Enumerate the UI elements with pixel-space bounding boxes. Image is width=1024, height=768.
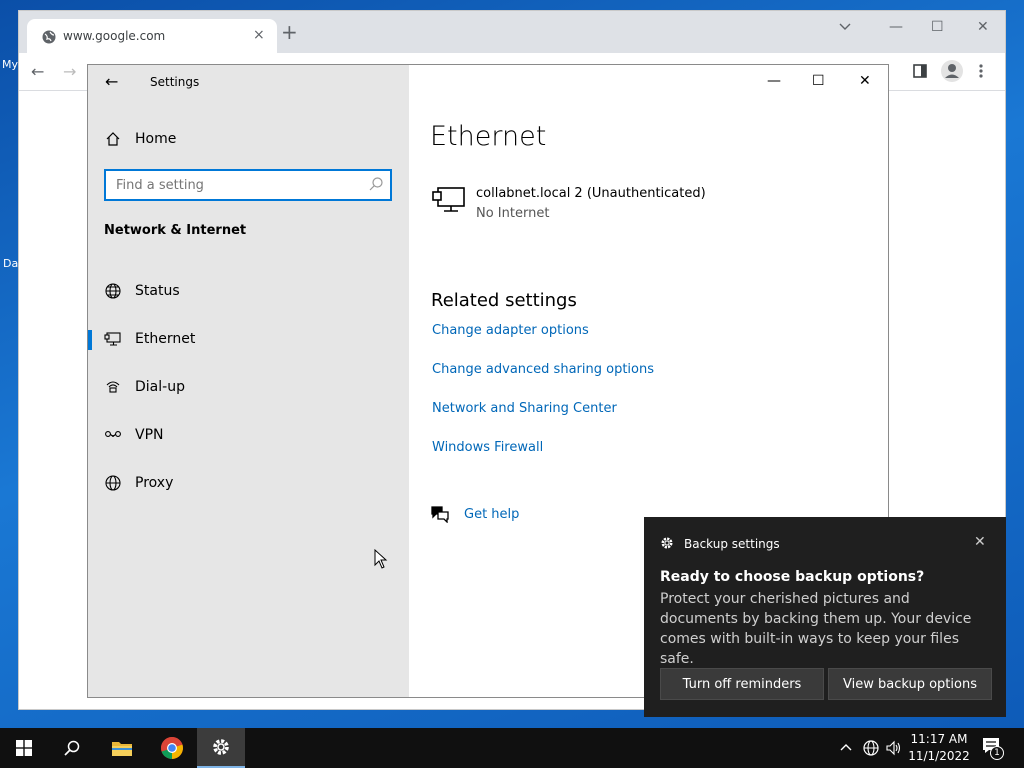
nav-label: Ethernet [135, 331, 196, 347]
settings-window-title: Settings [150, 75, 200, 89]
nav-label: Dial-up [135, 379, 185, 395]
nav-item-ethernet[interactable]: Ethernet [88, 321, 409, 357]
link-change-advanced-sharing[interactable]: Change advanced sharing options [432, 362, 654, 377]
chrome-icon [161, 737, 183, 759]
status-globe-icon [105, 283, 121, 299]
settings-close-button[interactable]: ✕ [859, 73, 871, 89]
mouse-cursor-icon [374, 549, 388, 569]
browser-tab[interactable]: www.google.com × [27, 19, 277, 53]
settings-sidebar: ← Settings Home Network & Internet Statu… [88, 65, 409, 697]
taskbar-search-button[interactable] [48, 728, 96, 768]
notification-count-badge: 1 [990, 746, 1004, 760]
browser-tab-title: www.google.com [63, 29, 166, 43]
new-tab-button[interactable]: + [281, 22, 298, 42]
toast-app-name: Backup settings [684, 537, 780, 551]
home-nav-item[interactable]: Home [105, 129, 176, 149]
file-explorer-icon [112, 742, 132, 756]
get-help-link[interactable]: Get help [464, 507, 519, 522]
desktop-icon-label[interactable]: Da [3, 257, 18, 270]
network-status: No Internet [476, 206, 550, 221]
network-adapter-icon[interactable] [432, 186, 466, 214]
settings-gear-icon [213, 739, 229, 755]
show-hidden-icons-chevron-icon[interactable] [840, 743, 852, 751]
browser-minimize-button[interactable]: — [889, 19, 903, 35]
browser-close-button[interactable]: ✕ [977, 19, 989, 35]
settings-back-button[interactable]: ← [105, 72, 118, 91]
nav-label: Status [135, 283, 180, 299]
page-title: Ethernet [430, 121, 547, 152]
toast-title: Ready to choose backup options? [660, 569, 925, 585]
nav-item-dialup[interactable]: Dial-up [88, 369, 409, 405]
link-windows-firewall[interactable]: Windows Firewall [432, 440, 543, 455]
home-icon [106, 132, 120, 146]
nav-item-proxy[interactable]: Proxy [88, 465, 409, 501]
settings-search-input[interactable] [106, 171, 356, 199]
search-icon [64, 740, 80, 756]
nav-item-vpn[interactable]: VPN [88, 417, 409, 453]
clock-time: 11:17 AM [910, 732, 968, 746]
start-button[interactable] [0, 728, 48, 768]
settings-maximize-button[interactable]: ☐ [812, 73, 825, 89]
turn-off-reminders-button[interactable]: Turn off reminders [660, 668, 824, 700]
taskbar: 11:17 AM 11/1/2022 1 [0, 728, 1024, 768]
site-globe-icon [42, 30, 56, 44]
settings-gear-icon [661, 537, 673, 549]
dialup-icon [106, 381, 120, 393]
volume-icon[interactable] [885, 739, 903, 757]
ethernet-icon [104, 332, 121, 346]
toast-body: Protect your cherished pictures and docu… [660, 591, 972, 667]
taskbar-chrome[interactable] [148, 728, 196, 768]
network-name[interactable]: collabnet.local 2 (Unauthenticated) [476, 186, 706, 201]
nav-item-status[interactable]: Status [88, 273, 409, 309]
network-globe-icon[interactable] [862, 739, 880, 757]
clock-date: 11/1/2022 [908, 749, 970, 763]
browser-maximize-button[interactable]: ☐ [931, 19, 944, 35]
browser-back-button[interactable]: ← [31, 62, 44, 81]
taskbar-clock[interactable]: 11:17 AM 11/1/2022 [906, 731, 972, 765]
tab-search-chevron-icon[interactable] [839, 23, 851, 31]
browser-forward-button[interactable]: → [63, 62, 76, 81]
side-panel-icon[interactable] [913, 64, 927, 78]
nav-label: Proxy [135, 475, 174, 491]
search-icon[interactable] [368, 176, 384, 192]
vpn-icon [105, 431, 121, 437]
tab-close-icon[interactable]: × [253, 27, 265, 43]
browser-tab-strip: www.google.com × + — ☐ ✕ [19, 11, 1005, 53]
section-heading: Network & Internet [104, 223, 247, 238]
home-label: Home [135, 131, 177, 147]
browser-menu-icon[interactable] [979, 64, 983, 78]
get-help-icon[interactable] [430, 505, 450, 523]
nav-label: VPN [135, 427, 164, 443]
view-backup-options-button[interactable]: View backup options [828, 668, 992, 700]
proxy-globe-icon [105, 475, 121, 491]
settings-minimize-button[interactable]: — [767, 73, 781, 89]
taskbar-file-explorer[interactable] [98, 728, 146, 768]
profile-avatar-icon[interactable] [941, 60, 963, 82]
action-center-button[interactable]: 1 [982, 737, 1006, 761]
taskbar-settings[interactable] [197, 728, 245, 768]
settings-search-box[interactable] [104, 169, 392, 201]
related-settings-heading: Related settings [431, 290, 577, 311]
desktop-icon-label[interactable]: My [2, 58, 18, 71]
toast-close-button[interactable]: ✕ [974, 534, 986, 550]
backup-toast-notification[interactable]: Backup settings ✕ Ready to choose backup… [644, 517, 1006, 717]
link-change-adapter-options[interactable]: Change adapter options [432, 323, 589, 338]
windows-logo-icon [16, 740, 32, 756]
link-network-sharing-center[interactable]: Network and Sharing Center [432, 401, 617, 416]
